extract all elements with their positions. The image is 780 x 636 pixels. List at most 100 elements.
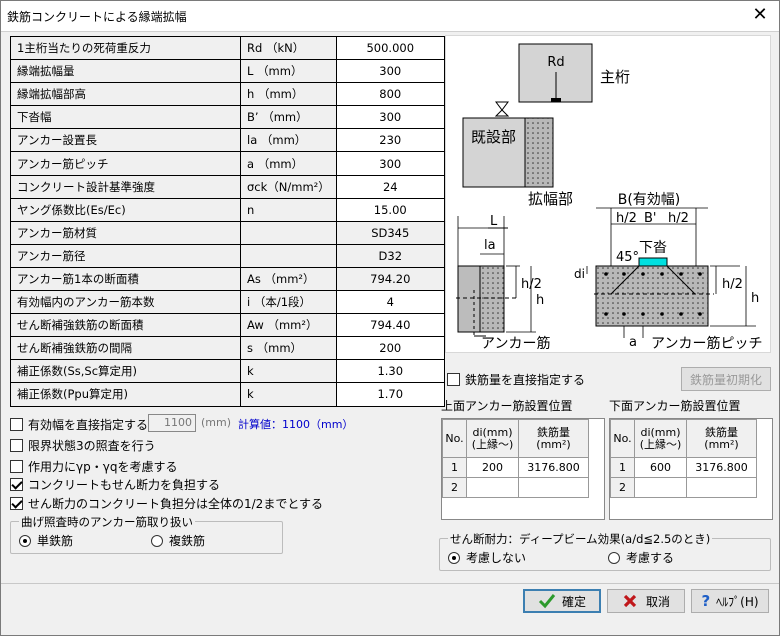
calculated-value: 計算値：1100（mm） <box>238 418 354 431</box>
checkbox-box[interactable] <box>10 418 23 431</box>
param-row: アンカー筋材質 SD345 <box>10 220 445 245</box>
title-bar: 鉄筋コンクリートによる縁端拡幅 ✕ <box>1 1 779 31</box>
B-label: B(有効幅) <box>618 192 681 208</box>
param-label: 下沓幅 <box>10 105 241 130</box>
param-row: 補正係数(Ppu算定用) k 1.70 <box>10 382 445 407</box>
param-symbol: k <box>240 382 337 407</box>
double-rebar-label: 複鉄筋 <box>169 534 206 548</box>
grid-cell-no: 1 <box>442 457 467 478</box>
close-icon[interactable]: ✕ <box>749 4 771 26</box>
radio-dot[interactable] <box>608 551 620 564</box>
param-value-cell[interactable]: 300 <box>335 105 445 130</box>
param-value-cell[interactable]: 24 <box>335 174 445 199</box>
param-row: アンカー筋径 D32 <box>10 243 445 268</box>
param-value-cell[interactable]: 800 <box>335 82 445 107</box>
concrete-shear-label: コンクリートもせん断力を負担する <box>28 478 221 492</box>
h2-left-label: h/2 <box>521 277 542 292</box>
table-row: 1 200 3176.800 <box>442 457 589 478</box>
param-symbol: n <box>240 197 337 222</box>
radio-dot[interactable] <box>151 534 163 547</box>
gamma-label: 作用力にγp・γqを考慮する <box>28 460 178 474</box>
param-label: せん断補強鉄筋の断面積 <box>10 313 241 338</box>
eff-width-unit: (mm) <box>201 416 232 429</box>
param-symbol <box>240 220 337 245</box>
param-row: ヤング係数比(Es/Ec) n 15.00 <box>10 197 445 222</box>
param-label: ヤング係数比(Es/Ec) <box>10 197 241 222</box>
grid-cell-as[interactable]: 3176.800 <box>686 457 757 478</box>
cancel-button[interactable]: 取消 <box>607 589 685 613</box>
lower-shoe-shape <box>638 257 668 267</box>
checkbox-box[interactable] <box>10 497 23 510</box>
param-label: 縁端拡幅量 <box>10 59 241 84</box>
param-value-cell[interactable]: 230 <box>335 128 445 153</box>
checkbox-box[interactable] <box>10 439 23 452</box>
main-girder-label: 主桁 <box>600 68 630 86</box>
window-title: 鉄筋コンクリートによる縁端拡幅 <box>7 10 187 24</box>
widening-part-shape <box>524 117 554 188</box>
param-value-cell[interactable]: 300 <box>335 151 445 176</box>
param-value-cell[interactable]: 15.00 <box>335 197 445 222</box>
param-value-cell[interactable]: 1.30 <box>335 359 445 384</box>
grid-header-no: No. <box>610 419 635 458</box>
param-value-cell: 794.20 <box>335 266 445 292</box>
limit-state3-checkbox[interactable]: 限界状態3の照査を行う <box>10 437 156 454</box>
grid-cell-as[interactable] <box>686 477 757 498</box>
param-value-cell[interactable]: 4 <box>335 290 445 315</box>
grid-cell-as[interactable] <box>518 477 589 498</box>
grid-cell-di[interactable]: 200 <box>466 457 519 478</box>
param-symbol: s （mm） <box>240 336 337 361</box>
param-value-cell[interactable]: 794.40 <box>335 313 445 338</box>
eff-width-input[interactable]: 1100 <box>148 414 196 432</box>
checkbox-box[interactable] <box>10 460 23 473</box>
existing-label: 既設部 <box>471 128 516 146</box>
param-label: アンカー筋径 <box>10 243 241 268</box>
param-value-cell[interactable]: 300 <box>335 59 445 84</box>
angle-label: 45° <box>616 250 639 265</box>
rebar-direct-checkbox[interactable]: 鉄筋量を直接指定する <box>447 371 585 388</box>
param-symbol: a （mm） <box>240 151 337 176</box>
param-row: コンクリート設計基準強度 σck（N/mm²） 24 <box>10 174 445 199</box>
checkbox-box[interactable] <box>10 478 23 491</box>
grid-header-as: 鉄筋量 (mm²) <box>686 419 757 458</box>
gamma-checkbox[interactable]: 作用力にγp・γqを考慮する <box>10 458 177 475</box>
param-label: 補正係数(Ss,Sc算定用) <box>10 359 241 384</box>
param-row: 補正係数(Ss,Sc算定用) k 1.30 <box>10 359 445 384</box>
deep-beam-no-label: 考慮しない <box>466 551 527 565</box>
param-value-cell[interactable]: 200 <box>335 336 445 361</box>
grid-cell-as[interactable]: 3176.800 <box>518 457 589 478</box>
grid-cell-di[interactable]: 600 <box>634 457 687 478</box>
table-row: 2 <box>442 477 589 498</box>
grid-cell-di[interactable] <box>634 477 687 498</box>
param-label: アンカー設置長 <box>10 128 241 153</box>
rebar-init-button[interactable]: 鉄筋量初期化 <box>681 367 771 391</box>
ok-button[interactable]: 確定 <box>523 589 601 613</box>
section-shape <box>595 265 709 327</box>
table-row: 2 <box>610 477 757 498</box>
param-value-cell[interactable]: 500.000 <box>335 35 445 61</box>
shoe-label: 下沓 <box>639 240 667 256</box>
deep-beam-no-radio[interactable]: 考慮しない <box>448 549 526 566</box>
checkbox-box[interactable] <box>447 373 460 386</box>
radio-dot[interactable] <box>19 534 31 547</box>
eff-width-checkbox[interactable]: 有効幅を直接指定する <box>10 416 148 433</box>
concrete-shear-checkbox[interactable]: コンクリートもせん断力を負担する <box>10 476 220 493</box>
rd-label: Rd <box>547 55 564 70</box>
widening-diagram: Rd 主桁 既設部 拡幅部 L la アンカー筋 h/2 h B(有効幅) h/… <box>456 43 762 352</box>
param-value-cell: D32 <box>335 243 445 268</box>
single-rebar-radio[interactable]: 単鉄筋 <box>19 532 73 549</box>
double-rebar-radio[interactable]: 複鉄筋 <box>151 532 205 549</box>
param-row: せん断補強鉄筋の断面積 Aw （mm²） 794.40 <box>10 313 445 338</box>
param-value-cell[interactable]: 1.70 <box>335 382 445 407</box>
table-row: 1 600 3176.800 <box>610 457 757 478</box>
h2-right-label: h/2 <box>722 277 743 292</box>
param-row: 下沓幅 B’ （mm） 300 <box>10 105 445 130</box>
help-button[interactable]: ? ﾍﾙﾌﾟ(H) <box>691 589 769 613</box>
radio-dot[interactable] <box>448 551 460 564</box>
half-shear-checkbox[interactable]: せん断力のコンクリート負担分は全体の1/2までとする <box>10 495 323 512</box>
widening-label: 拡幅部 <box>528 190 573 208</box>
param-symbol: Rd （kN） <box>240 35 337 61</box>
grid-cell-di[interactable] <box>466 477 519 498</box>
h-right-label: h <box>751 291 759 306</box>
check-icon <box>538 594 556 609</box>
deep-beam-yes-radio[interactable]: 考慮する <box>608 549 674 566</box>
